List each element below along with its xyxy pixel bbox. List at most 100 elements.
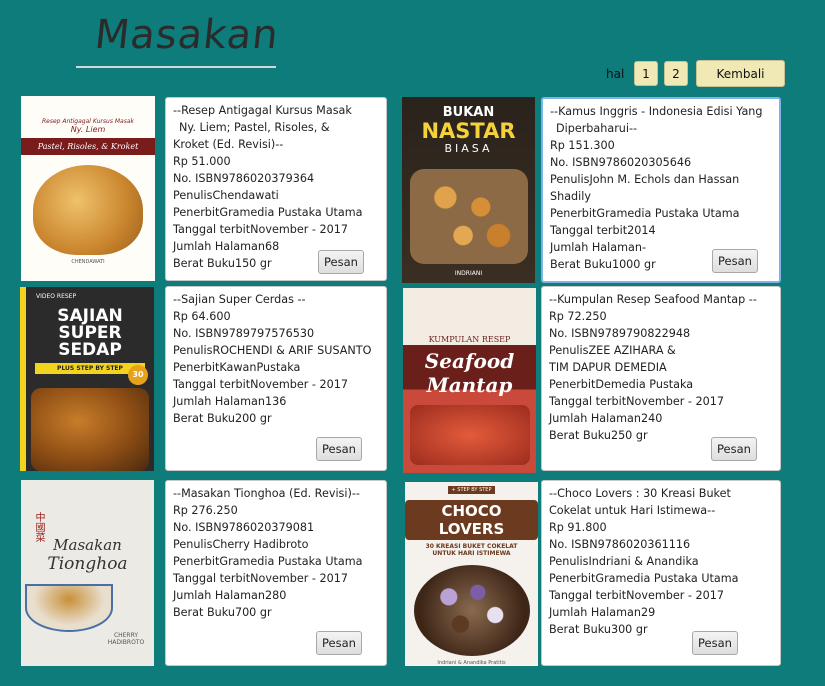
book-isbn: No. ISBN9786020379364 [173,172,315,185]
book-cover-choco-lovers[interactable]: + STEP BY STEP CHOCO LOVERS 30 KREASI BU… [405,482,538,666]
book-card-resep-antigagal: --Resep Antigagal Kursus Masak Ny. Liem;… [165,97,387,281]
book-price: Rp 151.300 [550,139,615,152]
book-price: Rp 276.250 [173,504,238,517]
cover-author: INDRIANI [454,270,483,277]
book-price: Rp 51.000 [173,155,231,168]
book-author: PenulisChendawati [173,189,279,202]
cover-food-image [25,584,113,632]
book-price: Rp 72.250 [549,310,607,323]
book-isbn: No. ISBN9786020305646 [550,156,692,169]
book-publish-date: Tanggal terbitNovember - 2017 [549,395,724,408]
order-button[interactable]: Pesan [318,250,364,274]
cover-food-image [409,405,530,465]
book-card-seafood-mantap: --Kumpulan Resep Seafood Mantap -- Rp 72… [541,286,781,471]
book-pages: Jumlah Halaman280 [173,589,287,602]
book-pages: Jumlah Halaman136 [173,395,287,408]
book-publish-date: Tanggal terbitNovember - 2017 [549,589,724,602]
cover-subtitle: 30 KREASI BUKET COKELAT UNTUK HARI ISTIM… [425,543,518,557]
book-weight: Berat Buku700 gr [173,606,272,619]
title-underline [76,66,276,68]
book-publisher: PenerbitDemedia Pustaka [549,378,694,391]
cover-chinese-text: 中國菜 [33,512,44,542]
cover-title-main: Seafood [424,349,515,373]
book-price: Rp 91.800 [549,521,607,534]
book-publisher: PenerbitGramedia Pustaka Utama [173,555,363,568]
book-publish-date: Tanggal terbit2014 [550,224,656,237]
back-button[interactable]: Kembali [696,60,785,87]
book-card-masakan-tionghoa: --Masakan Tionghoa (Ed. Revisi)-- Rp 276… [165,480,387,666]
cover-subtitle: Resep Antigagal Kursus Masak [41,118,134,125]
book-author: PenulisJohn M. Echols dan Hassan [550,173,740,186]
cover-title-sub: BIASA [444,142,493,155]
book-pages: Jumlah Halaman240 [549,412,663,425]
book-card-sajian-super-cerdas: --Sajian Super Cerdas -- Rp 64.600 No. I… [165,286,387,471]
book-price: Rp 64.600 [173,310,231,323]
book-title: --Choco Lovers : 30 Kreasi Buket [549,487,731,500]
book-publish-date: Tanggal terbitNovember - 2017 [173,378,348,391]
book-author: TIM DAPUR DEMEDIA [549,361,667,374]
book-publisher: PenerbitGramedia Pustaka Utama [173,206,363,219]
book-isbn: No. ISBN9789790822948 [549,327,691,340]
book-publisher: PenerbitKawanPustaka [173,361,301,374]
cover-author: CHENDAWATI [71,259,105,265]
order-button[interactable]: Pesan [316,631,362,655]
cover-food-image [33,165,143,255]
cover-step-label: + STEP BY STEP [447,486,496,494]
book-cover-seafood-mantap[interactable]: KUMPULAN RESEP Seafood Mantap [403,288,536,473]
cover-author: CHERRY HADIBROTO [107,632,145,646]
cover-food-image [31,388,149,471]
pager-label: hal [606,67,625,81]
book-author: PenulisROCHENDI & ARIF SUSANTO [173,344,372,357]
page-title: Masakan [92,12,282,58]
book-cover-resep-antigagal[interactable]: Resep Antigagal Kursus Masak Ny. Liem Pa… [21,96,155,281]
book-title: --Kumpulan Resep Seafood Mantap -- [549,293,757,306]
page-2-button[interactable]: 2 [664,61,688,86]
book-publisher: PenerbitGramedia Pustaka Utama [550,207,740,220]
book-title: Cokelat untuk Hari Istimewa-- [549,504,716,517]
book-author: PenulisIndriani & Anandika [549,555,699,568]
book-isbn: No. ISBN9786020361116 [549,538,691,551]
order-button[interactable]: Pesan [711,437,757,461]
book-author: PenulisCherry Hadibroto [173,538,309,551]
book-pages: Jumlah Halaman29 [549,606,656,619]
book-publish-date: Tanggal terbitNovember - 2017 [173,223,348,236]
cover-title-main: CHOCO LOVERS [405,500,538,540]
book-title: --Resep Antigagal Kursus Masak [173,104,352,117]
cover-title-top: KUMPULAN RESEP [403,334,536,345]
book-cover-bukan-nastar[interactable]: BUKAN NASTAR BIASA INDRIANI [402,97,535,283]
cover-author: Indriani & Anandika Pratitis [437,660,506,666]
book-title: Diperbaharui-- [556,122,638,135]
cover-badge: 30 [128,365,148,385]
book-card-kamus-inggris: --Kamus Inggris - Indonesia Edisi Yang D… [541,97,781,283]
book-weight: Berat Buku200 gr [173,412,272,425]
cover-title-band: Pastel, Risoles, & Kroket [21,138,155,155]
book-publish-date: Tanggal terbitNovember - 2017 [173,572,348,585]
book-isbn: No. ISBN9789797576530 [173,327,315,340]
book-weight: Berat Buku300 gr [549,623,648,636]
book-title: --Kamus Inggris - Indonesia Edisi Yang [550,105,763,118]
book-title: Kroket (Ed. Revisi)-- [173,138,284,151]
book-title: --Sajian Super Cerdas -- [173,293,306,306]
cover-food-image [413,565,530,656]
order-button[interactable]: Pesan [692,631,738,655]
cover-food-image [409,169,528,264]
order-button[interactable]: Pesan [316,437,362,461]
cover-title-main: NASTAR [421,119,516,143]
cover-title-sub: Mantap [426,373,513,397]
cover-title-top: BUKAN [442,105,495,120]
book-publisher: PenerbitGramedia Pustaka Utama [549,572,739,585]
cover-author-name: Ny. Liem [70,125,106,134]
cover-title-main: Masakan [53,536,122,554]
book-isbn: No. ISBN9786020379081 [173,521,315,534]
book-title: --Masakan Tionghoa (Ed. Revisi)-- [173,487,360,500]
book-card-choco-lovers: --Choco Lovers : 30 Kreasi Buket Cokelat… [541,480,781,666]
cover-video-label: VIDEO RESEP [36,293,77,300]
book-author: PenulisZEE AZIHARA & [549,344,676,357]
page-1-button[interactable]: 1 [634,61,658,86]
book-title: Ny. Liem; Pastel, Risoles, & [179,121,330,134]
book-cover-sajian-super-sedap[interactable]: VIDEO RESEP SAJIAN SUPER SEDAP PLUS STEP… [20,287,154,471]
order-button[interactable]: Pesan [712,249,758,273]
book-cover-masakan-tionghoa[interactable]: 中國菜 Masakan Tionghoa CHERRY HADIBROTO [21,480,154,666]
book-author: Shadily [550,190,591,203]
cover-title-main: SAJIAN SUPER SEDAP [57,306,123,360]
